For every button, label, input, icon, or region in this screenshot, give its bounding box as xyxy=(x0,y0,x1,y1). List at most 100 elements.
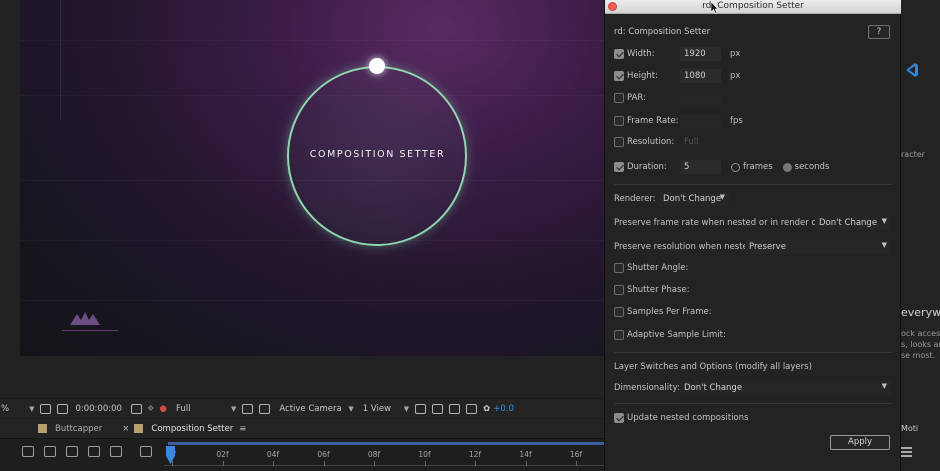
draft-3d-switch-icon[interactable] xyxy=(44,446,56,457)
vscode-logo-icon xyxy=(906,63,918,77)
resolution-chevron-icon[interactable]: ▼ xyxy=(231,405,236,413)
layer-switches-header-row: Layer Switches and Options (modify all l… xyxy=(614,362,812,372)
composition-icon xyxy=(38,424,47,433)
shy-layers-icon[interactable] xyxy=(66,446,78,457)
width-checkbox[interactable] xyxy=(614,49,624,59)
preserve-resolution-dropdown[interactable]: Preserve ▼ xyxy=(745,240,891,254)
reset-exposure-icon[interactable]: ✿ xyxy=(483,404,490,414)
shutter-phase-checkbox[interactable] xyxy=(614,285,624,295)
time-ruler[interactable]: 0f02f04f06f08f10f12f14f16f xyxy=(164,444,605,466)
seconds-radio[interactable] xyxy=(782,162,792,172)
exposure-value[interactable]: +0.0 xyxy=(493,404,514,414)
background-text-fragment: racter xyxy=(901,150,925,159)
time-tick-label: 06f xyxy=(317,450,330,459)
width-unit: px xyxy=(730,49,741,59)
width-input[interactable]: 1920 xyxy=(680,47,721,61)
par-input[interactable] xyxy=(680,91,721,105)
draft-3d-icon[interactable] xyxy=(432,403,444,414)
resolution-checkbox[interactable] xyxy=(614,137,624,147)
camera-chevron-icon[interactable]: ▼ xyxy=(348,405,353,413)
view-layout-select[interactable]: 1 View xyxy=(363,404,401,414)
tab-composition-setter[interactable]: × Composition Setter ≡ xyxy=(114,419,254,438)
adaptive-sample-limit-row: Adaptive Sample Limit: xyxy=(614,330,726,340)
show-snapshot-icon[interactable]: ❖ xyxy=(147,404,155,414)
work-area-bar[interactable] xyxy=(168,442,605,445)
time-tick-label: 04f xyxy=(266,450,280,459)
background-text-fragment: s, looks ar xyxy=(901,340,940,349)
toggle-pixel-aspect-icon[interactable] xyxy=(415,403,427,414)
frame-rate-label: Frame Rate: xyxy=(627,116,679,126)
width-label: Width: xyxy=(627,49,655,59)
duration-input[interactable]: 5 xyxy=(680,160,721,174)
zoom-level[interactable]: % xyxy=(1,404,9,414)
close-tab-icon[interactable]: × xyxy=(122,424,129,434)
camera-select[interactable]: Active Camera xyxy=(279,404,345,414)
section-divider xyxy=(614,403,892,404)
frame-rate-checkbox[interactable] xyxy=(614,116,624,126)
shutter-phase-row: Shutter Phase: xyxy=(614,285,690,295)
time-tick-label: 02f xyxy=(216,450,229,459)
color-channel-icon[interactable]: ● xyxy=(160,404,167,414)
apply-button[interactable]: Apply xyxy=(830,435,890,450)
adaptive-sample-limit-label: Adaptive Sample Limit: xyxy=(627,330,726,340)
shutter-angle-label: Shutter Angle: xyxy=(627,263,689,273)
fit-frame-icon[interactable] xyxy=(40,403,52,414)
fast-previews-icon[interactable] xyxy=(242,403,254,414)
time-tick-mark xyxy=(374,461,375,466)
shutter-phase-label: Shutter Phase: xyxy=(627,285,690,295)
duration-checkbox[interactable] xyxy=(614,162,624,172)
frames-radio[interactable] xyxy=(731,162,740,172)
graph-editor-icon[interactable] xyxy=(140,446,152,457)
frame-rate-row: Frame Rate: fps xyxy=(614,114,743,128)
height-row: Height: 1080 px xyxy=(614,69,740,83)
frame-rate-input[interactable] xyxy=(680,114,721,128)
frame-blending-icon[interactable] xyxy=(88,446,100,457)
time-tick-mark xyxy=(525,461,527,466)
time-tick-mark xyxy=(172,461,173,466)
par-checkbox[interactable] xyxy=(614,93,624,103)
comp-mini-flowchart-icon[interactable] xyxy=(22,446,34,457)
shutter-angle-checkbox[interactable] xyxy=(614,263,624,273)
flowchart-icon[interactable] xyxy=(449,403,461,414)
background-tab-fragment: Moti xyxy=(901,424,919,433)
timecode[interactable]: 0:00:00:00 xyxy=(75,404,121,414)
dimensionality-dropdown[interactable]: Don't Change ▼ xyxy=(680,381,891,395)
motion-blur-icon[interactable] xyxy=(110,446,122,457)
adaptive-sample-limit-checkbox[interactable] xyxy=(614,330,624,340)
samples-per-frame-checkbox[interactable] xyxy=(614,307,624,317)
chevron-down-icon: ▼ xyxy=(881,382,887,390)
logo-underline xyxy=(62,330,118,331)
snapshot-camera-icon[interactable] xyxy=(130,403,142,414)
frame-rate-unit: fps xyxy=(730,116,743,126)
tab-label: Composition Setter xyxy=(151,423,234,434)
resolution-select[interactable]: Full xyxy=(176,404,228,414)
resolution-select[interactable]: Full xyxy=(684,137,699,147)
time-tick-label: 14f xyxy=(519,450,532,459)
samples-per-frame-label: Samples Per Frame: xyxy=(627,307,712,317)
zoom-chevron-icon[interactable]: ▼ xyxy=(29,405,34,413)
seconds-label: seconds xyxy=(794,162,830,172)
samples-per-frame-row: Samples Per Frame: xyxy=(614,307,712,317)
help-button[interactable]: ? xyxy=(868,25,890,39)
preserve-frame-rate-dropdown[interactable]: Don't Change ▼ xyxy=(815,216,891,230)
transparency-grid-icon[interactable] xyxy=(259,403,271,414)
preserve-resolution-row: Preserve resolution when nested: xyxy=(614,242,756,252)
tab-buttcapper[interactable]: Buttcapper xyxy=(30,419,110,438)
align-menu-icon xyxy=(901,447,912,459)
update-nested-checkbox[interactable] xyxy=(614,413,624,423)
renderer-dropdown[interactable]: Don't Change ▼ xyxy=(659,192,729,206)
par-row: PAR: xyxy=(614,91,721,105)
layer-switches-header: Layer Switches and Options (modify all l… xyxy=(614,362,812,372)
time-tick-mark xyxy=(475,461,476,466)
view-layout-chevron-icon[interactable]: ▼ xyxy=(404,405,409,413)
time-tick-mark xyxy=(273,461,274,466)
preserve-resolution-label: Preserve resolution when nested: xyxy=(614,242,757,252)
section-divider xyxy=(614,184,892,185)
background-text-fragment: se most. xyxy=(901,351,936,360)
hamburger-menu-icon[interactable]: ≡ xyxy=(239,424,246,434)
height-input[interactable]: 1080 xyxy=(680,69,721,83)
timeline-link-icon[interactable] xyxy=(466,403,478,414)
region-of-interest-icon[interactable] xyxy=(57,403,69,414)
window-titlebar[interactable]: rd: Composition Setter xyxy=(605,0,901,14)
height-checkbox[interactable] xyxy=(614,71,624,81)
